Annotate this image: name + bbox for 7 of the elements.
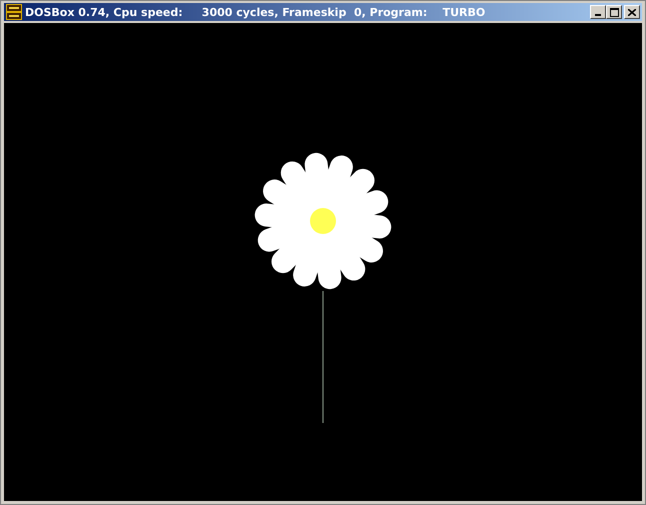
close-icon [628, 8, 636, 16]
window-title: DOSBox 0.74, Cpu speed: 3000 cycles, Frameskip 0, Program: TURBO [25, 6, 486, 18]
maximize-icon [610, 8, 618, 16]
close-button[interactable] [624, 5, 640, 19]
minimize-button[interactable] [590, 5, 606, 19]
maximize-button[interactable] [606, 5, 622, 19]
app-icon [6, 4, 22, 20]
